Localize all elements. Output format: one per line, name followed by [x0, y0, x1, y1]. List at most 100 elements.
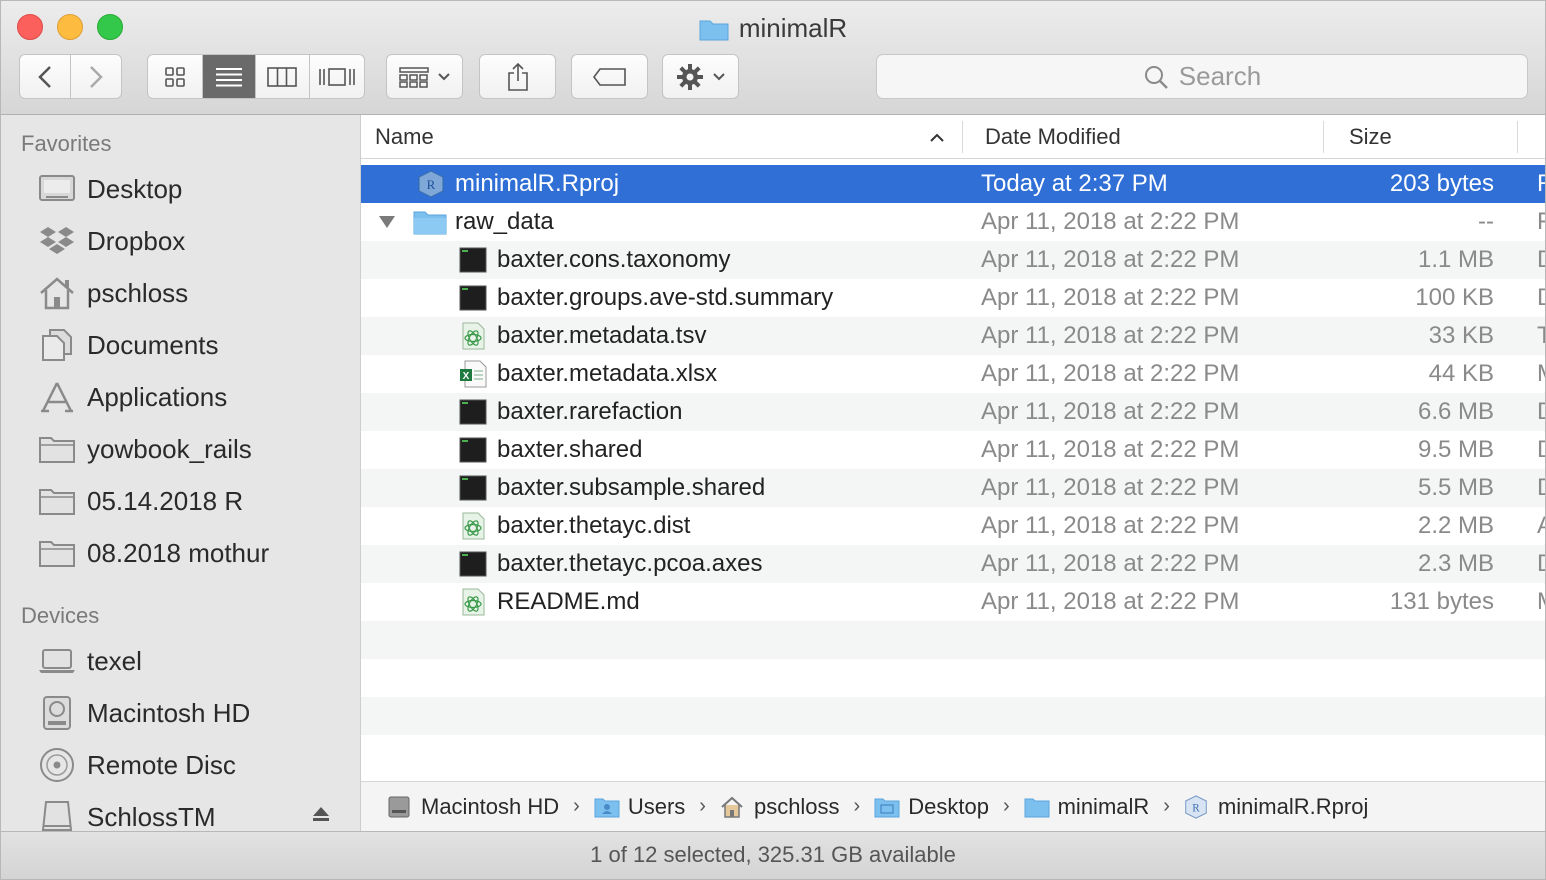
file-date: Apr 11, 2018 at 2:22 PM	[981, 322, 1240, 349]
file-date: Apr 11, 2018 at 2:22 PM	[981, 398, 1240, 425]
terminal-doc-icon	[459, 247, 487, 273]
file-size: 6.6 MB	[1417, 398, 1494, 425]
path-item-desktop[interactable]: Desktop	[874, 794, 989, 820]
search-field[interactable]: Search	[876, 54, 1528, 99]
eject-icon[interactable]	[311, 805, 331, 828]
file-name: README.md	[497, 588, 640, 615]
path-separator: ›	[1163, 795, 1170, 817]
file-list: Name Date Modified Size R minimalR.Rproj…	[361, 115, 1545, 781]
desktop-icon	[37, 171, 77, 207]
file-size: 1.1 MB	[1417, 246, 1494, 273]
column-header-size[interactable]: Size	[1349, 115, 1392, 159]
folder-icon	[1024, 795, 1050, 819]
file-name: baxter.cons.taxonomy	[497, 246, 731, 273]
column-divider[interactable]	[1517, 121, 1518, 153]
sidebar-item-label: Applications	[87, 381, 228, 412]
sidebar-item-macintosh-hd[interactable]: Macintosh HD	[37, 693, 250, 733]
file-size: 9.5 MB	[1417, 436, 1494, 463]
share-icon	[507, 62, 528, 91]
file-size: 203 bytes	[1389, 170, 1494, 197]
applications-icon	[37, 379, 77, 415]
users-folder-icon	[594, 795, 620, 819]
file-row[interactable]: baxter.thetayc.dist Apr 11, 2018 at 2:22…	[361, 507, 1545, 545]
sidebar-item-documents[interactable]: Documents	[37, 325, 219, 365]
sidebar-item-dropbox[interactable]: Dropbox	[37, 221, 185, 261]
svg-text:R: R	[427, 177, 436, 192]
path-item-minimalr-rproj[interactable]: R minimalR.Rproj	[1184, 794, 1368, 820]
file-size: 2.3 MB	[1417, 550, 1494, 577]
file-date: Apr 11, 2018 at 2:22 PM	[981, 360, 1240, 387]
share-button[interactable]	[479, 54, 556, 99]
path-item-label: minimalR	[1057, 793, 1150, 819]
file-kind: T	[1537, 317, 1545, 355]
file-row[interactable]: baxter.thetayc.pcoa.axes Apr 11, 2018 at…	[361, 545, 1545, 583]
file-row-minimalr-rproj[interactable]: R minimalR.Rproj Today at 2:37 PM 203 by…	[361, 165, 1545, 203]
icon-view-button[interactable]	[148, 55, 203, 98]
file-size: 44 KB	[1428, 360, 1494, 387]
gallery-view-button[interactable]	[310, 55, 364, 98]
file-name: baxter.rarefaction	[497, 398, 683, 425]
path-item-users[interactable]: Users	[594, 794, 685, 820]
home-icon	[37, 275, 77, 311]
path-item-macintosh-hd[interactable]: Macintosh HD	[387, 794, 559, 820]
columns-icon	[267, 66, 298, 87]
column-header-date-modified[interactable]: Date Modified	[985, 115, 1121, 159]
file-kind: F	[1537, 203, 1545, 241]
file-row[interactable]: README.md Apr 11, 2018 at 2:22 PM 131 by…	[361, 583, 1545, 621]
file-name: baxter.shared	[497, 436, 643, 463]
sidebar-item-schlosstm[interactable]: SchlossTM	[37, 797, 216, 831]
sidebar-item-pschloss[interactable]: pschloss	[37, 273, 188, 313]
file-size: 100 KB	[1415, 284, 1494, 311]
column-divider[interactable]	[1323, 121, 1324, 153]
path-item-minimalr[interactable]: minimalR	[1024, 793, 1150, 820]
sidebar-item-texel[interactable]: texel	[37, 641, 142, 681]
desktop-folder-icon	[874, 795, 900, 819]
action-button[interactable]	[662, 54, 739, 99]
window-title: minimalR	[1, 11, 1545, 49]
sidebar-item-remote-disc[interactable]: Remote Disc	[37, 745, 236, 785]
file-name: raw_data	[455, 208, 554, 235]
excel-doc-icon: X	[460, 360, 487, 388]
file-size: 2.2 MB	[1417, 512, 1494, 539]
file-row[interactable]: baxter.subsample.shared Apr 11, 2018 at …	[361, 469, 1545, 507]
file-kind: D	[1537, 241, 1545, 279]
column-header-name[interactable]: Name	[375, 115, 434, 159]
sidebar-item-05-14-2018-r[interactable]: 05.14.2018 R	[37, 481, 243, 521]
atom-doc-icon	[462, 512, 485, 540]
column-view-button[interactable]	[256, 55, 310, 98]
tags-button[interactable]	[571, 54, 648, 99]
status-bar: 1 of 12 selected, 325.31 GB available	[1, 831, 1545, 879]
list-view-button[interactable]	[202, 55, 256, 98]
file-row[interactable]: baxter.rarefaction Apr 11, 2018 at 2:22 …	[361, 393, 1545, 431]
cover-flow-icon	[318, 67, 355, 86]
file-row[interactable]: baxter.metadata.tsv Apr 11, 2018 at 2:22…	[361, 317, 1545, 355]
sidebar-item-label: yowbook_rails	[87, 433, 252, 464]
sidebar-item-yowbook-rails[interactable]: yowbook_rails	[37, 429, 252, 469]
file-kind: D	[1537, 431, 1545, 469]
chevron-left-icon	[37, 65, 51, 88]
file-kind: D	[1537, 279, 1545, 317]
column-divider[interactable]	[962, 121, 963, 153]
file-row[interactable]: X baxter.metadata.xlsx Apr 11, 2018 at 2…	[361, 355, 1545, 393]
sidebar-item-08-2018-mothur[interactable]: 08.2018 mothur	[37, 533, 269, 573]
terminal-doc-icon	[459, 399, 487, 425]
arrange-button[interactable]	[386, 54, 463, 99]
chevron-down-icon	[437, 72, 450, 80]
path-item-pschloss[interactable]: pschloss	[720, 794, 840, 820]
search-icon	[1144, 65, 1168, 89]
file-row[interactable]: baxter.shared Apr 11, 2018 at 2:22 PM 9.…	[361, 431, 1545, 469]
file-date: Apr 11, 2018 at 2:22 PM	[981, 474, 1240, 501]
file-row[interactable]: baxter.cons.taxonomy Apr 11, 2018 at 2:2…	[361, 241, 1545, 279]
sidebar-item-desktop[interactable]: Desktop	[37, 169, 182, 209]
forward-button[interactable]	[71, 55, 122, 98]
arrange-icon	[398, 66, 429, 88]
folder-icon	[37, 431, 77, 467]
gear-icon	[676, 63, 703, 90]
hard-drive-icon	[37, 695, 77, 731]
disclosure-triangle-icon[interactable]	[377, 213, 397, 231]
sidebar-item-label: Dropbox	[87, 225, 186, 256]
sidebar-item-applications[interactable]: Applications	[37, 377, 227, 417]
file-row[interactable]: baxter.groups.ave-std.summary Apr 11, 20…	[361, 279, 1545, 317]
file-row-raw-data[interactable]: raw_data Apr 11, 2018 at 2:22 PM -- F	[361, 203, 1545, 241]
back-button[interactable]	[20, 55, 71, 98]
